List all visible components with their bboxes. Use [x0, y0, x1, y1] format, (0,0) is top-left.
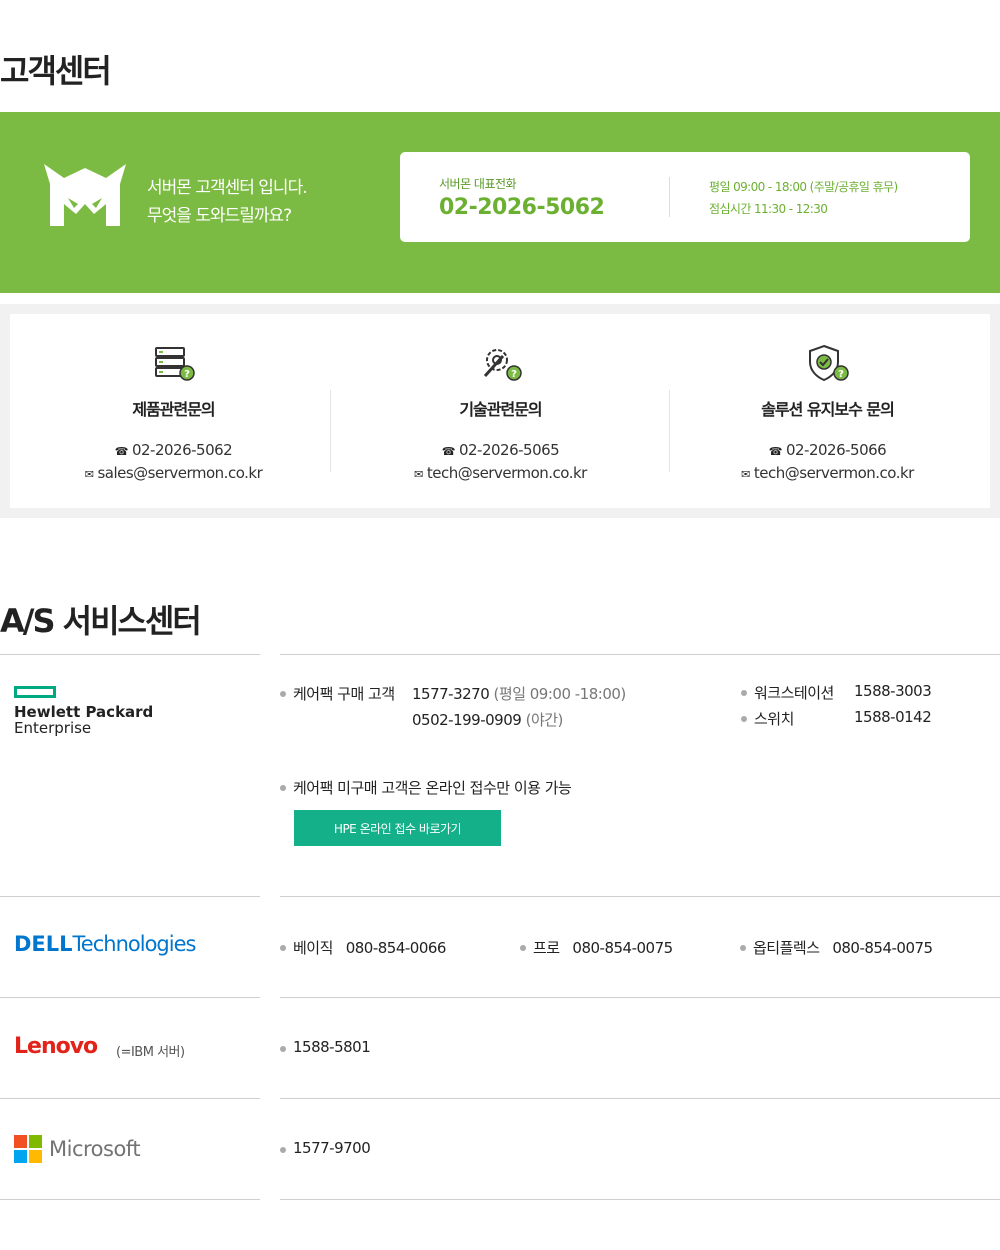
inquiry-email[interactable]: ✉ tech@servermon.co.kr: [664, 464, 991, 482]
business-hours-line: 평일 09:00 - 18:00 (주말/공휴일 휴무): [709, 180, 898, 194]
card-divider: [669, 177, 670, 217]
carepack-phone-1[interactable]: 1577-3270 (평일 09:00 -18:00): [412, 683, 626, 704]
hpe-online-request-button[interactable]: HPE 온라인 접수 바로가기: [294, 810, 501, 846]
carepack-buyer-label: 케어팩 구매 고객: [280, 685, 395, 703]
inquiry-email[interactable]: ✉ sales@servermon.co.kr: [10, 464, 337, 482]
as-center-title: A/S 서비스센터: [0, 602, 202, 640]
dell-pro[interactable]: 프로 080-854-0075: [520, 937, 673, 958]
inquiry-title: 기술관련문의: [459, 400, 542, 419]
lunch-hours-line: 점심시간 11:30 - 12:30: [709, 202, 828, 216]
workstation-label: 워크스테이션: [741, 684, 834, 702]
phone-icon: ☎: [768, 445, 783, 458]
row-divider: [280, 896, 1000, 897]
mail-icon: ✉: [414, 468, 423, 481]
greeting-line-1: 서버몬 고객센터 입니다.: [147, 178, 308, 198]
inquiry-phone[interactable]: ☎ 02-2026-5065: [337, 441, 664, 459]
row-divider: [280, 1098, 1000, 1099]
tech-inquiry: ? 기술관련문의 ☎ 02-2026-5065 ✉ tech@servermon.c…: [337, 314, 664, 508]
row-divider: [0, 1098, 260, 1099]
main-phone-card: 서버몬 대표전화 02-2026-5062 평일 09:00 - 18:00 (…: [400, 152, 970, 242]
customer-center-banner: 서버몬 고객센터 입니다. 무엇을 도와드릴까요? 서버몬 대표전화 02-20…: [0, 112, 1000, 293]
server-question-icon: ?: [154, 347, 195, 381]
greeting-text: 서버몬 고객센터 입니다. 무엇을 도와드릴까요?: [147, 174, 308, 230]
row-divider: [280, 997, 1000, 998]
phone-icon: ☎: [441, 445, 456, 458]
row-divider: [0, 1199, 260, 1200]
dell-logo: DELLTechnologies: [14, 932, 196, 956]
hpe-logo: Hewlett Packard Enterprise: [14, 686, 153, 736]
inquiry-title: 솔루션 유지보수 문의: [761, 400, 895, 419]
row-divider: [0, 654, 260, 655]
mail-icon: ✉: [741, 468, 750, 481]
microsoft-logo-icon: [14, 1135, 42, 1163]
solution-inquiry: ? 솔루션 유지보수 문의 ☎ 02-2026-5066 ✉ tech@server…: [664, 314, 991, 508]
hpe-logo-bar: [14, 686, 56, 698]
row-divider: [0, 997, 260, 998]
inquiry-title: 제품관련문의: [132, 400, 215, 419]
phone-icon: ☎: [114, 445, 129, 458]
lenovo-note: (=IBM 서버): [116, 1045, 185, 1060]
microsoft-logo-text: Microsoft: [49, 1137, 141, 1161]
inquiry-email[interactable]: ✉ tech@servermon.co.kr: [337, 464, 664, 482]
lenovo-logo: Lenovo: [14, 1034, 98, 1059]
business-hours: 평일 09:00 - 18:00 (주말/공휴일 휴무) 점심시간 11:30 …: [709, 176, 898, 220]
dell-optiplex[interactable]: 옵티플렉스 080-854-0075: [740, 937, 933, 958]
svg-text:?: ?: [184, 369, 190, 380]
customer-center-title: 고객센터: [0, 52, 112, 90]
shield-check-question-icon: ?: [808, 344, 849, 382]
non-buyer-notice: 케어팩 미구매 고객은 온라인 접수만 이용 가능: [279, 779, 572, 797]
row-divider: [280, 1199, 1000, 1200]
main-phone-number[interactable]: 02-2026-5062: [439, 195, 605, 220]
lenovo-phone[interactable]: 1588-5801: [279, 1038, 371, 1056]
svg-text:?: ?: [511, 369, 517, 380]
inquiry-panel: ? 제품관련문의 ☎ 02-2026-5062 ✉ sales@servermon.…: [10, 314, 990, 508]
workstation-phone[interactable]: 1588-3003: [854, 682, 932, 700]
inquiry-phone[interactable]: ☎ 02-2026-5062: [10, 441, 337, 459]
product-inquiry: ? 제품관련문의 ☎ 02-2026-5062 ✉ sales@servermon.…: [10, 314, 337, 508]
row-divider: [280, 654, 1000, 655]
dell-basic[interactable]: 베이직 080-854-0066: [280, 937, 446, 958]
microsoft-phone[interactable]: 1577-9700: [279, 1139, 371, 1157]
hpe-logo-text: Hewlett Packard Enterprise: [14, 703, 154, 737]
inquiry-section: ? 제품관련문의 ☎ 02-2026-5062 ✉ sales@servermon.…: [0, 304, 1000, 518]
switch-label: 스위치: [741, 710, 794, 728]
servermon-logo-icon: [44, 164, 126, 226]
inquiry-phone[interactable]: ☎ 02-2026-5066: [664, 441, 991, 459]
row-divider: [0, 896, 260, 897]
carepack-phone-2[interactable]: 0502-199-0909 (야간): [412, 709, 563, 730]
svg-text:?: ?: [838, 369, 844, 380]
mail-icon: ✉: [84, 468, 94, 481]
gear-wrench-question-icon: ?: [483, 349, 522, 381]
switch-phone[interactable]: 1588-0142: [854, 708, 932, 726]
main-phone-label: 서버몬 대표전화: [439, 177, 517, 191]
greeting-line-2: 무엇을 도와드릴까요?: [147, 206, 292, 226]
